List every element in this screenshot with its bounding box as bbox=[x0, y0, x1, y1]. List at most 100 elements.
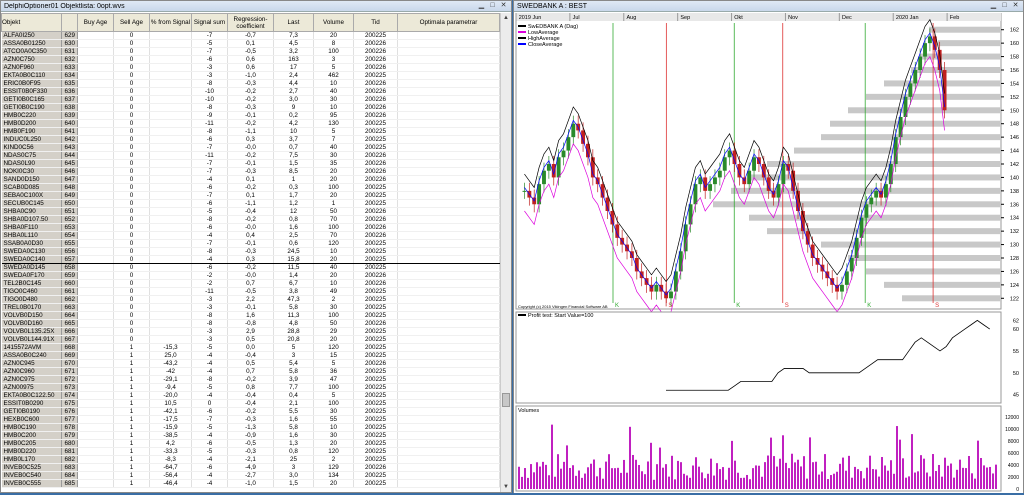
column-header[interactable]: Optimala parametrar bbox=[397, 13, 500, 32]
table-cell: 661 bbox=[61, 287, 78, 296]
column-header[interactable]: Tid bbox=[353, 13, 398, 32]
table-cell: 10 bbox=[313, 247, 354, 256]
table-row[interactable]: EKTA0B0C110 634 0 -3 -1,0 2,4 462 200225 bbox=[1, 71, 500, 80]
table-row[interactable]: KIND0C56 643 0 -7 -0,0 0,7 40 200225 bbox=[1, 143, 500, 152]
table-row[interactable]: HMB0C220 639 0 -9 -0,1 0,2 95 200226 bbox=[1, 111, 500, 120]
table-row[interactable]: EKTA0B0C122.50 674 1 -20,0 -4 -0,4 0,4 5 200225 bbox=[1, 391, 500, 400]
table-row[interactable]: SHBA0L110 654 0 -4 0,4 2,5 70 200226 bbox=[1, 231, 500, 240]
column-header[interactable]: Last bbox=[273, 13, 314, 32]
maximize-icon[interactable]: □ bbox=[1000, 2, 1009, 10]
table-row[interactable]: SEBA0C100X 649 0 -7 0,1 1,7 20 200225 bbox=[1, 191, 500, 200]
table-row[interactable]: VOLVB0D160 665 0 -8 -0,8 4,8 50 200226 bbox=[1, 319, 500, 328]
column-header[interactable]: % from Signal bbox=[149, 13, 192, 32]
minimize-icon[interactable]: ▁ bbox=[477, 2, 486, 10]
column-header[interactable]: Objekt bbox=[1, 13, 62, 32]
table-row[interactable]: ESSIT0B0290 675 1 10,5 0 -0,4 2,1 100 200225 bbox=[1, 399, 500, 408]
column-header[interactable]: Volume bbox=[313, 13, 354, 32]
table-row[interactable]: AZN0C750 632 0 -6 0,6 163 3 200226 bbox=[1, 55, 500, 64]
table-row[interactable]: SWEDA0F170 659 0 -2 -0,0 1,4 20 200226 bbox=[1, 271, 500, 280]
table-row[interactable]: NDAS0C75 644 0 -11 -0,2 7,5 30 200226 bbox=[1, 151, 500, 160]
table-row[interactable]: ASSA0B0C240 669 1 25,0 -4 -0,4 3 15 200225 bbox=[1, 351, 500, 360]
table-cell: 1 bbox=[113, 447, 150, 456]
table-row[interactable]: SHBA0F110 653 0 -6 -0,0 1,6 100 200226 bbox=[1, 223, 500, 232]
table-row[interactable]: AZN0C960 671 1 -42 -4 0,7 5,8 36 200225 bbox=[1, 367, 500, 376]
table-row[interactable]: TIGO0C460 661 0 -11 -0,5 3,8 49 200225 bbox=[1, 287, 500, 296]
price-tick-label: 140 bbox=[1010, 175, 1019, 181]
table-row[interactable]: HEXB0C600 677 1 -17,5 -7 -0,3 1,6 55 200225 bbox=[1, 415, 500, 424]
chart-titlebar[interactable]: SWEDBANK A : BEST ▁ □ ✕ bbox=[514, 1, 1023, 12]
table-row[interactable]: GETI0B0C190 638 0 -8 -0,3 9 10 200226 bbox=[1, 103, 500, 112]
table-row[interactable]: VOLVB0D150 664 0 -8 1,6 11,3 100 200225 bbox=[1, 311, 500, 320]
table-row[interactable]: GETI0B0190 676 1 -42,1 -6 -0,2 5,5 30 200225 bbox=[1, 407, 500, 416]
table-row[interactable]: INVEB0C555 685 1 -46,4 -4 -1,0 1,5 20 200225 bbox=[1, 479, 500, 488]
table-row[interactable]: HMB0L170 682 1 -8,3 -4 -2,1 25 2 200225 bbox=[1, 455, 500, 464]
table-row[interactable]: AZN0C975 672 1 -29,1 -8 -0,2 3,9 47 200225 bbox=[1, 375, 500, 384]
column-header[interactable]: Buy Age bbox=[77, 13, 114, 32]
object-name-cell: SCAB0D085 bbox=[1, 183, 62, 192]
table-row[interactable]: TREL0B0170 663 0 -3 -0,1 5,8 30 200225 bbox=[1, 303, 500, 312]
table-row[interactable]: ATCO0A0C350 631 0 -7 -0,5 3,2 100 200226 bbox=[1, 47, 500, 56]
table-row[interactable]: SSAB0A0D30 655 0 -7 -0,1 0,6 120 200225 bbox=[1, 239, 500, 248]
close-icon[interactable]: ✕ bbox=[499, 2, 508, 10]
table-row[interactable]: NDAS0L90 645 0 -7 -0,1 1,5 35 200226 bbox=[1, 159, 500, 168]
table-row[interactable]: HMB0C200 679 1 -38,5 -4 -0,9 1,6 30 200225 bbox=[1, 431, 500, 440]
object-name-cell: HMB0C190 bbox=[1, 423, 62, 432]
table-cell: 0,3 bbox=[227, 135, 274, 144]
volume-bar bbox=[572, 465, 574, 489]
titlebar[interactable]: DelphiOptioner01 Objektlista: 0opt.wvs ▁… bbox=[1, 1, 511, 12]
table-row[interactable]: VOLVB0L144.91X 667 0 -3 0,5 20,8 20 200225 bbox=[1, 335, 500, 344]
volume-bar bbox=[860, 471, 862, 489]
table-cell: 10 bbox=[313, 279, 354, 288]
table-row[interactable]: ALFA0I250 629 0 -7 -0,7 7,3 20 200225 bbox=[1, 31, 500, 40]
volume-bar bbox=[551, 424, 553, 489]
column-header[interactable]: Sell Age bbox=[113, 13, 150, 32]
vertical-scrollbar[interactable]: ▲ ▼ bbox=[500, 13, 511, 492]
table-row[interactable]: HMB0D220 681 1 -33,3 -5 -0,3 0,8 120 200225 bbox=[1, 447, 500, 456]
table-row[interactable]: 1415572AVM 668 1 -15,3 -5 0,0 5 120 200225 bbox=[1, 343, 500, 352]
table-row[interactable]: ESSIT0B0F330 636 0 -10 -0,2 2,7 40 200226 bbox=[1, 87, 500, 96]
chart-area[interactable]: 2019 Jun Jul Aug Sep Okt Nov Dec 2020 Jan Feb 122… bbox=[514, 12, 1023, 493]
table-row[interactable]: ERIC0B0F95 635 0 -8 -0,3 4,4 10 200226 bbox=[1, 79, 500, 88]
table-row[interactable]: TIGO0D480 662 0 -3 2,2 47,3 2 200225 bbox=[1, 295, 500, 304]
volume-bar bbox=[638, 465, 640, 489]
table-row[interactable]: SHBA0D107.50 652 0 -8 -0,2 0,8 70 200226 bbox=[1, 215, 500, 224]
table-row[interactable]: SAND0D150 647 0 -4 0,1 1 20 200226 bbox=[1, 175, 500, 184]
maximize-icon[interactable]: □ bbox=[488, 2, 497, 10]
table-row[interactable]: INVEB0C525 683 1 -64,7 -6 -4,9 3 129 200226 bbox=[1, 463, 500, 472]
scroll-up-icon[interactable]: ▲ bbox=[501, 13, 511, 23]
table-row[interactable]: SHBA0C90 651 0 -5 -0,4 12 50 200226 bbox=[1, 207, 500, 216]
column-header[interactable]: Regression-coefficient bbox=[227, 13, 274, 32]
scroll-thumb[interactable] bbox=[502, 393, 510, 407]
table-row[interactable]: SWEDA0D145 658 0 -6 -0,2 11,5 40 200225 bbox=[1, 263, 500, 272]
table-row[interactable]: HMB0F190 641 0 -8 -1,1 10 5 200225 bbox=[1, 127, 500, 136]
table-row[interactable]: SWEDA0C130 656 0 -8 -0,3 24,5 10 200225 bbox=[1, 247, 500, 256]
table-cell: 656 bbox=[61, 247, 78, 256]
table-row[interactable]: NOKI0C30 646 0 -7 -0,3 8,5 20 200226 bbox=[1, 167, 500, 176]
table-cell: -10 bbox=[191, 95, 228, 104]
table-row[interactable]: GETI0B0C165 637 0 -10 -0,2 3,0 30 200226 bbox=[1, 95, 500, 104]
table-row[interactable]: AZN00975 673 1 -9,4 -5 0,8 7,7 100 200225 bbox=[1, 383, 500, 392]
table-cell: -56,4 bbox=[149, 471, 192, 480]
table-row[interactable]: TEL2B0C145 660 0 -2 0,7 6,7 10 200226 bbox=[1, 279, 500, 288]
table-row[interactable]: SECUB0C145 650 0 -6 -1,1 1,2 1 200225 bbox=[1, 199, 500, 208]
table-row[interactable]: HMB0D200 640 0 -11 -0,2 4,2 130 200225 bbox=[1, 119, 500, 128]
price-chart-svg[interactable]: 2019 Jun Jul Aug Sep Okt Nov Dec 2020 Jan Feb 122… bbox=[514, 12, 1023, 493]
scroll-down-icon[interactable]: ▼ bbox=[501, 482, 511, 492]
table-cell bbox=[149, 159, 192, 168]
table-row[interactable]: INVEB0C540 684 1 -56,4 -4 -2,7 3,0 134 200225 bbox=[1, 471, 500, 480]
table-row[interactable]: SWEDA0C140 657 0 -4 0,3 15,8 20 200225 bbox=[1, 255, 500, 264]
volume-bar bbox=[791, 453, 793, 489]
minimize-icon[interactable]: ▁ bbox=[989, 2, 998, 10]
table-cell: 200226 bbox=[353, 207, 398, 216]
table-row[interactable]: AZN0C945 670 1 -43,2 -4 0,5 5,4 5 200226 bbox=[1, 359, 500, 368]
table-row[interactable]: SCAB0D085 648 0 -6 -0,2 0,3 100 200225 bbox=[1, 183, 500, 192]
table-row[interactable]: VOLVB0L135.25X 666 0 -3 2,9 28,8 29 200225 bbox=[1, 327, 500, 336]
table-row[interactable]: ASSA0B01250 630 0 -5 0,1 4,5 8 200226 bbox=[1, 39, 500, 48]
table-row[interactable]: INDUC0L250 642 0 -6 0,3 3,7 7 200225 bbox=[1, 135, 500, 144]
table-row[interactable]: HMB0C190 678 1 -15,9 -5 -1,3 5,8 10 200225 bbox=[1, 423, 500, 432]
column-header[interactable] bbox=[61, 13, 78, 32]
table-row[interactable]: AZN0F960 633 0 -3 0,6 17 5 200226 bbox=[1, 63, 500, 72]
column-header[interactable]: Signal sum bbox=[191, 13, 228, 32]
table-row[interactable]: HMB0C205 680 1 4,2 -6 -0,5 1,3 20 200225 bbox=[1, 439, 500, 448]
close-icon[interactable]: ✕ bbox=[1011, 2, 1020, 10]
